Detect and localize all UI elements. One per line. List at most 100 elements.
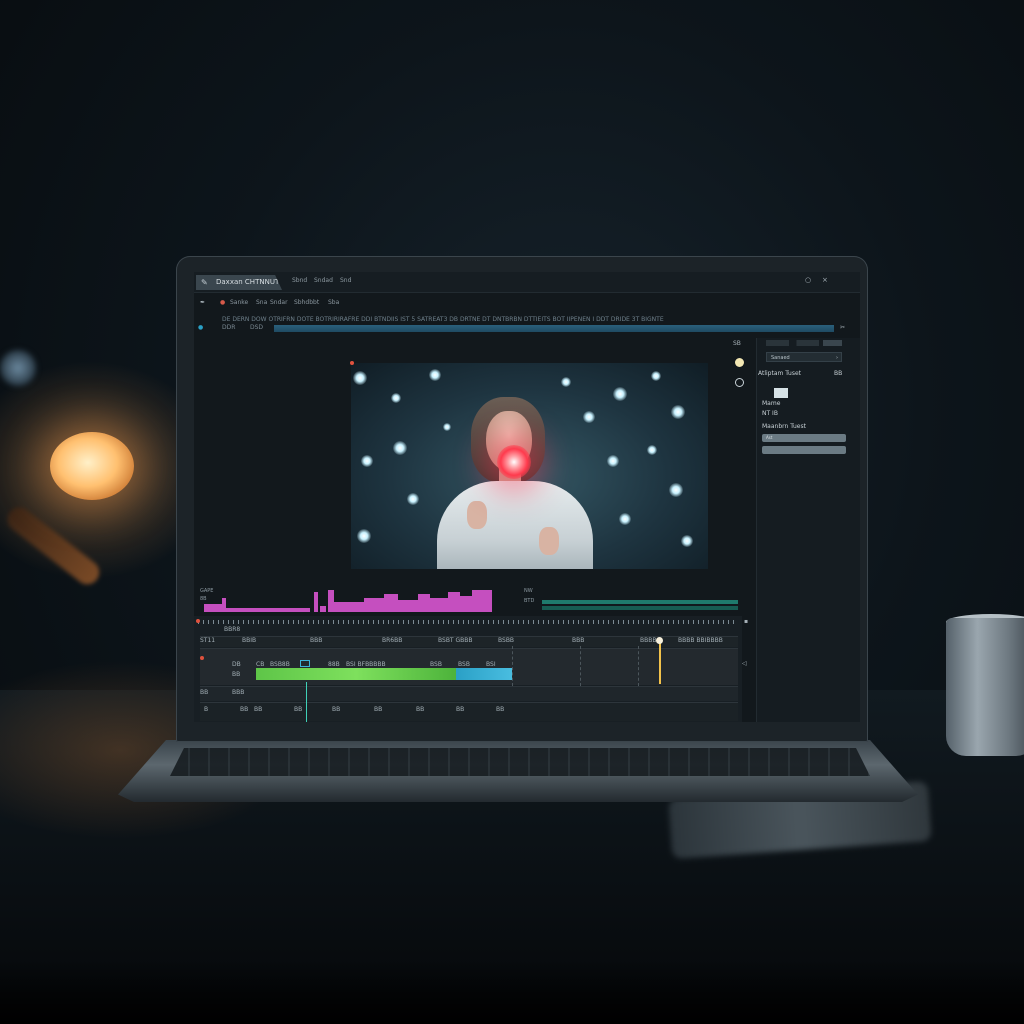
timeline-square-icon[interactable]: ▪ — [744, 618, 748, 625]
close-icon[interactable]: × — [822, 276, 828, 284]
clip-select-icon[interactable] — [300, 660, 310, 667]
toolbar-item-2[interactable]: Sna — [256, 299, 267, 306]
clip-boundary — [638, 646, 640, 686]
panel-dropdown[interactable]: Sanaed › — [766, 352, 842, 362]
wave-bar — [430, 598, 448, 612]
audio-track-label: BBB — [232, 689, 245, 696]
panel-tabs[interactable] — [766, 340, 842, 346]
pen-icon[interactable]: ✒ — [200, 299, 205, 306]
minimize-icon[interactable]: ○ — [805, 276, 811, 284]
bokeh-light — [651, 371, 661, 381]
video-preview[interactable] — [351, 363, 708, 569]
wave-bar — [226, 608, 310, 612]
bokeh-light — [353, 371, 367, 385]
wave-bar — [334, 602, 364, 612]
video-clip-green[interactable] — [256, 668, 456, 680]
ruler-mark: BB — [456, 706, 465, 713]
time-label: BSBB — [498, 637, 515, 644]
audio-track[interactable] — [200, 686, 738, 701]
bokeh-light — [429, 369, 441, 381]
lamp-bulb — [50, 432, 134, 500]
playhead-handle[interactable] — [656, 637, 663, 644]
bokeh-light — [681, 535, 693, 547]
ruler-text: DE DERN DOW OTRIFRN DOTE BOTRIRIRAFRE DD… — [222, 316, 664, 323]
wave-bar — [320, 606, 326, 612]
wave-bar — [384, 594, 398, 612]
audio-track-label: BB — [200, 689, 209, 696]
wave-bar — [364, 598, 384, 612]
menu-item-3[interactable]: Snd — [340, 277, 351, 284]
clip-boundary — [512, 646, 514, 686]
edit-cursor[interactable] — [306, 682, 307, 722]
wave-bar — [472, 590, 492, 612]
timeline-header: BBR8 — [224, 626, 241, 633]
person-sweater — [437, 481, 593, 569]
toolbar-item-1[interactable]: Sanke — [230, 299, 248, 306]
bokeh-light — [393, 441, 407, 455]
bokeh-light — [647, 445, 657, 455]
wave-bar — [204, 604, 222, 612]
track-label: BSI BFBBBBB — [346, 661, 386, 668]
bokeh-light — [583, 411, 595, 423]
panel-input-1[interactable]: Ast — [762, 434, 846, 442]
bokeh-light — [671, 405, 685, 419]
track-label: BB — [232, 671, 241, 678]
time-label: BBBB — [640, 637, 657, 644]
wave-bar — [314, 592, 318, 612]
toolbar-item-5[interactable]: Sba — [328, 299, 339, 306]
track-record-icon[interactable] — [200, 656, 204, 660]
menu-item-2[interactable]: Sndad — [314, 277, 333, 284]
lamp-head — [0, 350, 36, 386]
chevron-right-icon: › — [836, 355, 838, 361]
panel-label-1: Atliptam Tuset — [758, 370, 802, 377]
time-label: ST11 — [200, 637, 216, 644]
ruler-mark: BB — [416, 706, 425, 713]
vignette — [0, 960, 1024, 1024]
track-label: 88B — [328, 661, 340, 668]
record-icon[interactable]: ● — [220, 299, 225, 306]
video-clip-cyan[interactable] — [456, 668, 512, 680]
time-label: BR6BB — [382, 637, 403, 644]
ruler-mark: BB — [240, 706, 249, 713]
timeline[interactable]: BBR8 ST11 BBIB BBB BR6BB BSBT GBBB BSBB … — [194, 616, 742, 722]
track-label: DB — [232, 661, 241, 668]
timeline-back-icon[interactable]: ◁ — [742, 660, 747, 667]
toolbar: ✒ ● Sanke Sna Sndar Sbhdbbt Sba — [194, 296, 860, 310]
glowing-orb — [497, 445, 531, 479]
app-tab[interactable]: ✎ Daxxan CHTNNUT — [196, 275, 282, 290]
person-hand-left — [467, 501, 487, 529]
wave-label-3: NW — [524, 588, 533, 594]
time-label: BBIB — [242, 637, 257, 644]
level-meter-1 — [542, 600, 738, 604]
track-label: BSI — [486, 661, 496, 668]
properties-panel — [756, 338, 860, 722]
playhead[interactable] — [659, 638, 661, 684]
time-label: BBB — [572, 637, 585, 644]
scissors-icon[interactable]: ✂ — [840, 324, 845, 331]
scrub-bar[interactable] — [274, 325, 834, 332]
ruler-mark: BB — [374, 706, 383, 713]
wave-label-4: BTD — [524, 598, 535, 604]
track-label: BSB — [458, 661, 470, 668]
panel-input-2[interactable] — [762, 446, 846, 454]
toolbar-item-4[interactable]: Sbhdbbt — [294, 299, 319, 306]
panel-value-1: BB — [834, 370, 843, 377]
level-meter-2 — [542, 606, 738, 610]
ruler-mark: BB — [332, 706, 341, 713]
toolbar-item-3[interactable]: Sndar — [270, 299, 288, 306]
bokeh-light — [613, 387, 627, 401]
color-swatch[interactable] — [774, 388, 788, 398]
time-label: BSBT GBBB — [438, 637, 473, 644]
ring-icon[interactable] — [735, 378, 744, 387]
scrub-dot-icon: ● — [198, 324, 204, 331]
bokeh-light — [391, 393, 401, 403]
menu-item-1[interactable]: Sbnd — [292, 277, 307, 284]
light-dot-icon[interactable] — [735, 358, 744, 367]
track-label: BSB — [430, 661, 442, 668]
audio-waveform[interactable] — [198, 586, 498, 612]
person-hand-right — [539, 527, 559, 555]
wave-bar — [418, 594, 430, 612]
scrub-row: ● DDR DSD ✂ — [194, 324, 860, 334]
title-bar: ✎ Daxxan CHTNNUT Sbnd Sndad Snd ○ × — [194, 272, 860, 293]
ruler-mark: BB — [294, 706, 303, 713]
